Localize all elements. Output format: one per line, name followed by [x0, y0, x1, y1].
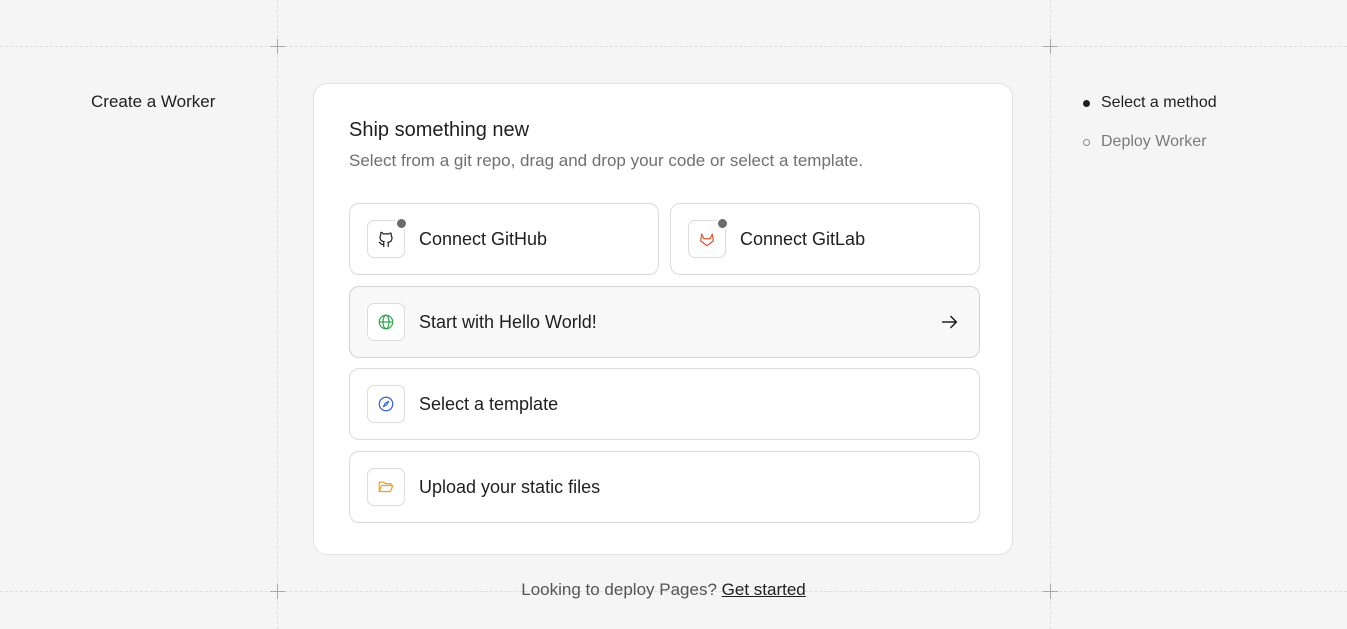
- step-select-method: Select a method: [1083, 93, 1217, 113]
- upload-static-files-button[interactable]: Upload your static files: [349, 451, 980, 523]
- guide-line: [1050, 0, 1051, 629]
- step-label: Deploy Worker: [1101, 133, 1207, 150]
- github-icon: [367, 217, 408, 258]
- option-label: Connect GitLab: [740, 228, 866, 249]
- step-deploy-worker: Deploy Worker: [1083, 132, 1217, 152]
- option-label: Upload your static files: [419, 476, 601, 497]
- globe-icon: [367, 303, 405, 341]
- card-subtitle: Select from a git repo, drag and drop yo…: [349, 151, 864, 170]
- progress-steps: Select a method Deploy Worker: [1083, 93, 1217, 171]
- pages-footer: Looking to deploy Pages? Get started: [0, 580, 1327, 600]
- option-label: Select a template: [419, 393, 559, 414]
- get-started-link[interactable]: Get started: [722, 580, 806, 599]
- step-active-dot: [1083, 99, 1090, 107]
- status-dot: [716, 217, 729, 230]
- step-label: Select a method: [1101, 94, 1217, 111]
- status-dot: [395, 217, 408, 230]
- method-card: Ship something new Select from a git rep…: [313, 83, 1013, 555]
- gitlab-icon: [688, 217, 729, 258]
- option-label: Connect GitHub: [419, 228, 548, 249]
- folder-open-icon: [367, 468, 405, 506]
- create-worker-page: Create a Worker Ship something new Selec…: [0, 0, 1347, 629]
- guide-line: [277, 0, 278, 629]
- page-title: Create a Worker: [91, 92, 216, 111]
- footer-text: Looking to deploy Pages?: [521, 580, 717, 599]
- connect-gitlab-button[interactable]: Connect GitLab: [670, 203, 980, 275]
- step-inactive-dot: [1083, 138, 1090, 146]
- crosshair-mark: [270, 39, 285, 54]
- hello-world-button[interactable]: Start with Hello World!: [349, 286, 980, 358]
- card-title: Ship something new: [349, 119, 530, 141]
- crosshair-mark: [1043, 39, 1058, 54]
- select-template-button[interactable]: Select a template: [349, 368, 980, 440]
- guide-line: [0, 46, 1347, 47]
- connect-github-button[interactable]: Connect GitHub: [349, 203, 659, 275]
- option-label: Start with Hello World!: [419, 311, 597, 332]
- arrow-right-icon: [941, 315, 958, 329]
- compass-icon: [367, 385, 405, 423]
